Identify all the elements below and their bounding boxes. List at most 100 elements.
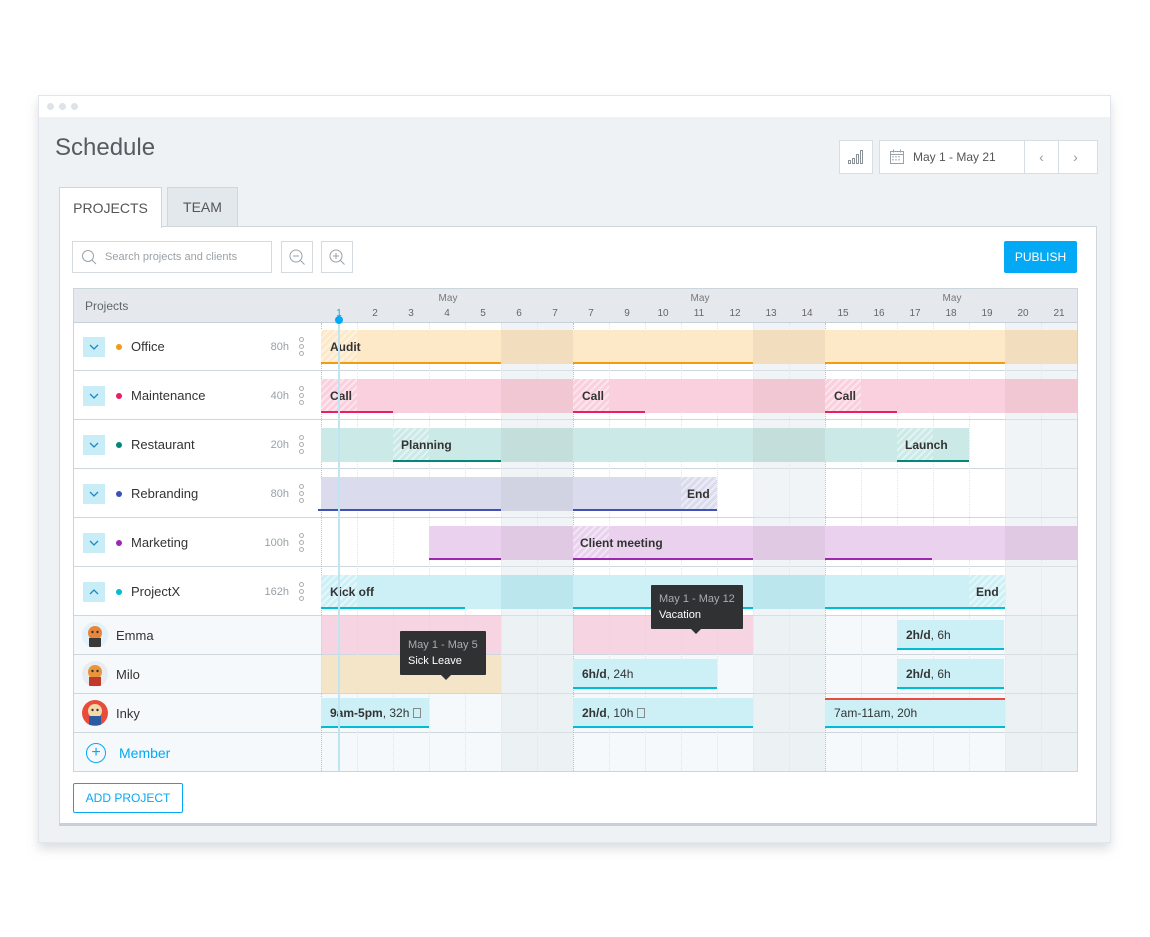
date-range-text: May 1 - May 21: [913, 150, 996, 164]
weekend-overlay: [1005, 526, 1077, 560]
project-name[interactable]: ProjectX: [131, 584, 180, 599]
day-label: 17: [909, 308, 921, 319]
project-row-header: Maintenance 40h: [74, 371, 321, 419]
zoom-in-button[interactable]: [321, 241, 353, 273]
progress-line: [393, 460, 501, 462]
inky-avatar[interactable]: [82, 700, 108, 726]
tab-projects[interactable]: PROJECTS: [59, 187, 162, 228]
project-color-dot: [116, 393, 122, 399]
window-dot-maximize[interactable]: [71, 103, 78, 110]
chevron-down-icon[interactable]: [83, 435, 105, 455]
project-bar-marketing[interactable]: Client meeting: [429, 526, 1077, 560]
add-project-button[interactable]: ADD PROJECT: [73, 783, 183, 813]
member-name[interactable]: Milo: [116, 667, 140, 682]
bar-label: End: [976, 585, 999, 599]
project-bar-rebranding[interactable]: End: [318, 477, 717, 511]
progress-line: [573, 726, 753, 728]
window-dot-minimize[interactable]: [59, 103, 66, 110]
chevron-down-icon[interactable]: [83, 337, 105, 357]
assignment-text: 9am-5pm, 32h: [330, 706, 422, 720]
month-label: May: [438, 293, 458, 304]
assignment-text: 2h/d, 6h: [906, 628, 951, 642]
emma-avatar[interactable]: [82, 622, 108, 648]
project-name[interactable]: Restaurant: [131, 437, 195, 452]
stats-button[interactable]: [839, 140, 873, 174]
day-label: 6: [516, 308, 522, 319]
calendar-icon: [888, 148, 906, 166]
progress-line: [825, 362, 1005, 364]
chevron-down-icon[interactable]: [83, 386, 105, 406]
day-label: 7: [552, 308, 558, 319]
assignment-emma[interactable]: 2h/d, 6h: [897, 620, 1004, 650]
more-options-icon[interactable]: [299, 484, 305, 503]
assignment-inky-c[interactable]: 7am-11am, 20h: [825, 698, 1005, 728]
chevron-down-icon[interactable]: [83, 484, 105, 504]
progress-line: [573, 411, 645, 413]
bar-label: Call: [834, 389, 857, 403]
project-name[interactable]: Office: [131, 339, 165, 354]
zoom-out-icon: [289, 249, 305, 265]
more-options-icon[interactable]: [299, 435, 305, 454]
weekend-overlay: [501, 428, 573, 462]
member-row-header: Emma: [74, 616, 321, 654]
project-name[interactable]: Maintenance: [131, 388, 205, 403]
progress-line: [429, 558, 501, 560]
tab-team[interactable]: TEAM: [167, 187, 238, 227]
plus-circle-icon[interactable]: +: [86, 743, 106, 763]
assignment-milo-b[interactable]: 2h/d, 6h: [897, 659, 1004, 689]
day-label: 19: [981, 308, 993, 319]
day-label: 15: [837, 308, 849, 319]
more-options-icon[interactable]: [299, 386, 305, 405]
project-color-dot: [116, 491, 122, 497]
bar-label: Launch: [905, 438, 948, 452]
member-name[interactable]: Emma: [116, 628, 154, 643]
project-bar-restaurant[interactable]: Planning Launch: [321, 428, 969, 462]
day-label: 16: [873, 308, 885, 319]
milo-avatar[interactable]: [82, 661, 108, 687]
weekend-overlay: [753, 526, 825, 560]
search-input[interactable]: Search projects and clients: [72, 241, 272, 273]
grid-header: Projects May May May 1 2 3 4 5 6 7 7 9 10 11 12 13 14…: [74, 289, 1077, 323]
project-bar-maintenance[interactable]: Call Call Call: [321, 379, 1077, 413]
day-label: 4: [444, 308, 450, 319]
date-range-picker[interactable]: May 1 - May 21 ‹ ›: [879, 140, 1098, 174]
assignment-inky-b[interactable]: 2h/d, 10h: [573, 698, 753, 728]
progress-line: [897, 648, 1004, 650]
assignment-milo-a[interactable]: 6h/d, 24h: [573, 659, 717, 689]
progress-line: [825, 607, 1005, 609]
bar-label: End: [687, 487, 710, 501]
project-color-dot: [116, 589, 122, 595]
zoom-out-button[interactable]: [281, 241, 313, 273]
project-row-header: Restaurant 20h: [74, 420, 321, 468]
assignment-text: 6h/d, 24h: [582, 667, 634, 681]
project-name[interactable]: Marketing: [131, 535, 188, 550]
more-options-icon[interactable]: [299, 533, 305, 552]
window-dot-close[interactable]: [47, 103, 54, 110]
weekend-overlay: [753, 428, 825, 462]
project-hours: 162h: [264, 586, 289, 598]
progress-line: [573, 687, 717, 689]
day-label: 7: [588, 308, 594, 319]
publish-button[interactable]: PUBLISH: [1004, 241, 1077, 273]
tooltip-dates: May 1 - May 5: [408, 639, 478, 651]
timeline: Audit Call Call Call Planning Launch End…: [318, 319, 1077, 771]
weekend-overlay: [1005, 330, 1077, 364]
member-name[interactable]: Inky: [116, 706, 140, 721]
progress-line: [573, 362, 753, 364]
next-period-button[interactable]: ›: [1058, 141, 1092, 173]
today-marker-dot: [335, 316, 343, 324]
prev-period-button[interactable]: ‹: [1024, 141, 1058, 173]
more-options-icon[interactable]: [299, 337, 305, 356]
progress-line: [573, 558, 753, 560]
chevron-up-icon[interactable]: [83, 582, 105, 602]
project-bar-office[interactable]: Audit: [321, 330, 1077, 364]
bar-label: Kick off: [330, 585, 375, 599]
more-options-icon[interactable]: [299, 582, 305, 601]
progress-line: [897, 460, 969, 462]
day-label: 14: [801, 308, 813, 319]
member-row-header: Inky: [74, 694, 321, 732]
add-member-button[interactable]: Member: [119, 745, 170, 761]
project-name[interactable]: Rebranding: [131, 486, 198, 501]
bar-label: Call: [330, 389, 353, 403]
chevron-down-icon[interactable]: [83, 533, 105, 553]
